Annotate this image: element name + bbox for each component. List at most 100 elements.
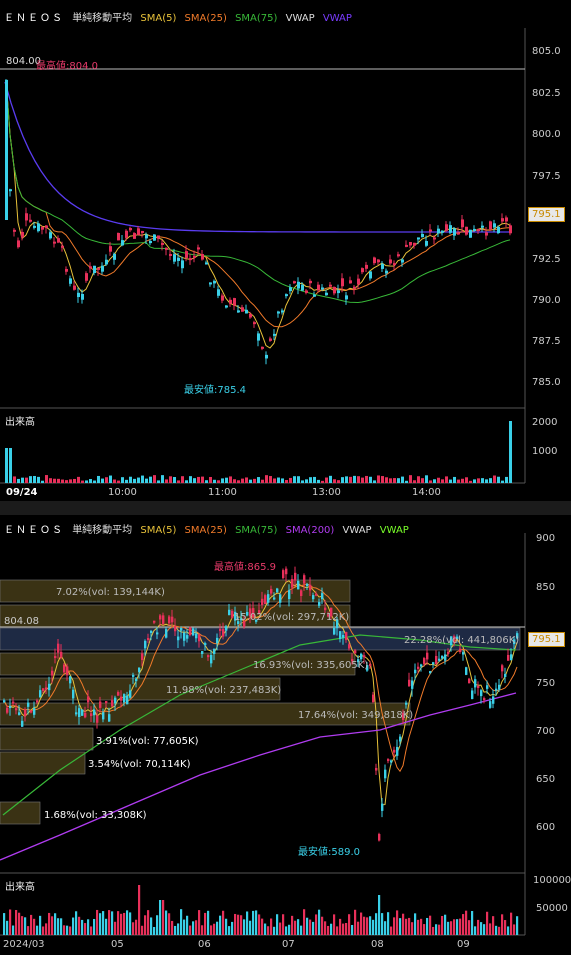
candle-body: [309, 584, 312, 591]
candle-body: [245, 309, 248, 314]
candle-body: [48, 683, 51, 691]
volume-bar: [389, 478, 392, 483]
volume-bar: [149, 476, 152, 483]
volume-bar: [177, 923, 180, 935]
candle-body: [405, 702, 408, 705]
candle-body: [45, 225, 48, 228]
volume-bar: [171, 920, 174, 935]
vp-label: 22.28%(vol: 441,806K): [404, 635, 520, 646]
candle-body: [157, 235, 160, 239]
volume-bar: [137, 477, 140, 483]
volume-bar: [441, 479, 444, 483]
candle-body: [113, 253, 116, 260]
candle-body: [123, 694, 126, 703]
candle-body: [510, 654, 513, 661]
candle-body: [192, 628, 195, 636]
intraday-chart-panel[interactable]: ＥＮＥＯＳ 単純移動平均 SMA(5) SMA(25) SMA(75) VWAP…: [0, 0, 571, 501]
candle-body: [15, 708, 18, 711]
volume-bar: [111, 911, 114, 935]
volume-bar: [161, 475, 164, 483]
volume-bar: [102, 911, 105, 935]
candle-body: [324, 607, 327, 611]
candle-body: [228, 609, 231, 616]
candle-body: [264, 595, 267, 604]
candle-body: [111, 700, 114, 707]
candle-body: [507, 654, 510, 661]
candle-body: [51, 670, 54, 676]
volume-bar: [345, 476, 348, 483]
volume-bar: [159, 900, 162, 935]
candle-body: [489, 221, 492, 230]
volume-bar: [437, 477, 440, 483]
candle-body: [509, 225, 512, 234]
candle-body: [473, 228, 476, 231]
candle-body: [353, 286, 356, 289]
candle-body: [414, 669, 417, 674]
candle-body: [73, 285, 76, 290]
y-tick: 800.0: [532, 129, 561, 140]
volume-bar: [141, 925, 144, 935]
volume-bar: [501, 914, 504, 935]
candle-body: [445, 224, 448, 231]
candle-body: [217, 289, 220, 296]
volume-bar: [87, 919, 90, 935]
volume-bar: [303, 909, 306, 935]
volume-bar: [473, 479, 476, 483]
candle-body: [177, 636, 180, 641]
candle-body: [17, 240, 20, 248]
candle-body: [433, 237, 436, 240]
daily-chart-panel[interactable]: ＥＮＥＯＳ 単純移動平均 SMA(5) SMA(25) SMA(75) SMA(…: [0, 515, 571, 955]
candle-body: [317, 284, 320, 291]
volume-bar: [77, 476, 80, 483]
candle-body: [13, 229, 16, 232]
candle-body: [221, 295, 224, 301]
volume-bar: [144, 915, 147, 935]
volume-bar: [54, 913, 57, 935]
vol-tick: 2000: [532, 417, 558, 428]
candle-body: [3, 700, 6, 703]
candle-body: [411, 680, 414, 689]
candle-body: [253, 322, 256, 325]
volume-bar: [313, 476, 316, 483]
volume-bar: [411, 922, 414, 935]
candle-body: [381, 803, 384, 811]
candle-body: [45, 687, 48, 690]
volume-bar: [378, 895, 381, 935]
candle-body: [105, 701, 108, 704]
volume-bar: [469, 480, 472, 483]
volume-bar: [373, 480, 376, 483]
candle-body: [297, 580, 300, 590]
volume-bar: [221, 478, 224, 483]
volume-bar: [186, 915, 189, 935]
volume-bar: [365, 475, 368, 483]
candle-body: [387, 759, 390, 762]
candle-body: [174, 625, 177, 632]
candle-body: [93, 265, 96, 274]
x-tick: 13:00: [312, 487, 341, 498]
volume-profile-band: [0, 751, 86, 775]
volume-bar: [279, 922, 282, 935]
volume-bar: [339, 918, 342, 935]
volume-bar: [498, 926, 501, 935]
volume-bar: [318, 909, 321, 935]
candle-body: [270, 588, 273, 594]
volume-bar: [240, 915, 243, 935]
volume-bar: [261, 479, 264, 483]
volume-bar: [477, 478, 480, 483]
volume-bar: [353, 475, 356, 483]
volume-bar: [89, 479, 92, 483]
candle-body: [501, 218, 504, 222]
volume-bar: [213, 479, 216, 483]
candle-body: [354, 650, 357, 654]
volume-bar: [417, 919, 420, 935]
volume-bar: [342, 923, 345, 935]
volume-bar: [105, 918, 108, 935]
candle-body: [153, 234, 156, 241]
volume-bar: [317, 479, 320, 483]
panel-separator[interactable]: [0, 501, 571, 515]
volume-bar: [27, 926, 30, 935]
candle-body: [97, 267, 100, 270]
volume-bar: [497, 476, 500, 483]
candle-body: [229, 299, 232, 304]
candle-body: [186, 635, 189, 639]
